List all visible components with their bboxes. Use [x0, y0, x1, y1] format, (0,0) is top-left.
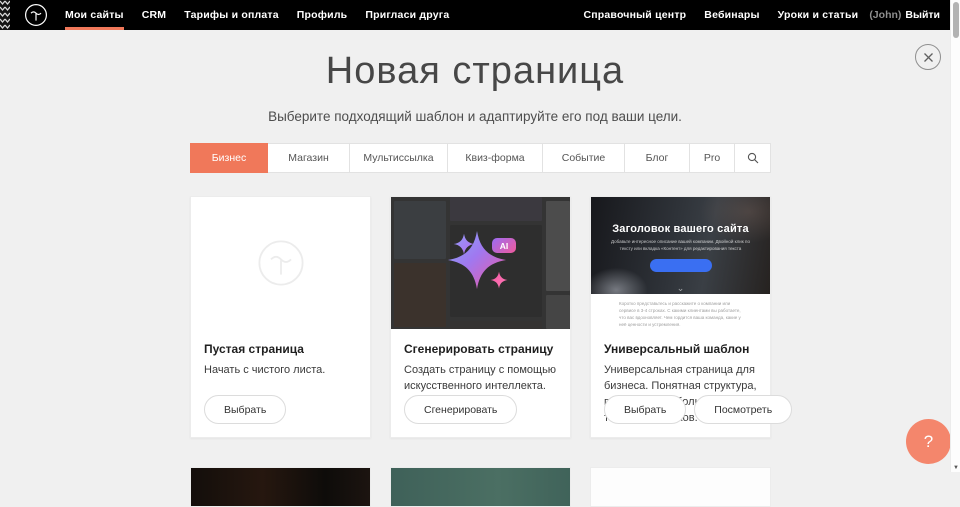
generate-button[interactable]: Сгенерировать: [404, 395, 517, 424]
tab-shop[interactable]: Магазин: [268, 143, 350, 173]
nav-invite-friend-label: Пригласи друга: [365, 9, 449, 21]
tilda-logo-icon: [24, 3, 48, 27]
secondary-nav: Справочный центр Вебинары Уроки и статьи: [574, 0, 867, 30]
next-row-card-2[interactable]: [390, 467, 571, 507]
card-ai-generate-body: Сгенерировать страницу Создать страницу …: [391, 329, 570, 437]
texture-pattern: [0, 0, 10, 30]
tab-shop-label: Магазин: [288, 152, 329, 164]
tab-multilink-label: Мультиссылка: [363, 152, 433, 164]
blank-page-preview: [191, 197, 370, 329]
active-tab-underline: [65, 27, 124, 30]
scrollbar-thumb[interactable]: [953, 2, 959, 38]
template-body-text: Коротко представьтесь и расскажите о ком…: [619, 301, 744, 329]
ai-generate-preview: AI: [391, 197, 570, 329]
nav-crm[interactable]: CRM: [133, 0, 176, 30]
template-hero-section: Заголовок вашего сайта Добавьте интересн…: [591, 197, 770, 294]
card-description: Создать страницу с помощью искусственног…: [404, 363, 557, 395]
tilda-logo-placeholder-icon: [257, 239, 305, 287]
logout-link[interactable]: Выйти: [905, 9, 940, 21]
choose-template-button[interactable]: Выбрать: [604, 395, 686, 424]
view-template-button[interactable]: Посмотреть: [694, 395, 792, 424]
card-universal-template: Заголовок вашего сайта Добавьте интересн…: [590, 196, 771, 438]
tab-multilink[interactable]: Мультиссылка: [350, 143, 448, 173]
nav-crm-label: CRM: [142, 9, 167, 21]
next-row-card-1[interactable]: [190, 467, 371, 507]
nav-billing-label: Тарифы и оплата: [184, 9, 279, 21]
tab-blog[interactable]: Блог: [625, 143, 690, 173]
page-scrollbar[interactable]: ▼: [950, 0, 960, 472]
user-name: (John): [869, 9, 901, 21]
user-block: (John) Выйти: [869, 0, 940, 30]
nav-invite-friend[interactable]: Пригласи друга: [356, 0, 458, 30]
page-title: Новая страница: [0, 50, 950, 93]
page-subtitle: Выберите подходящий шаблон и адаптируйте…: [0, 109, 950, 124]
scrollbar-down-arrow[interactable]: ▼: [952, 465, 960, 471]
card-ai-generate: AI Сгенерировать страницу Создать страни…: [390, 196, 571, 438]
help-button-label: ?: [924, 432, 933, 452]
nav-my-sites-label: Мои сайты: [65, 9, 124, 21]
template-about-section: Коротко представьтесь и расскажите о ком…: [591, 294, 770, 329]
universal-template-preview: Заголовок вашего сайта Добавьте интересн…: [591, 197, 770, 329]
nav-lessons-label: Уроки и статьи: [778, 9, 859, 21]
nav-help-center-label: Справочный центр: [583, 9, 686, 21]
top-navbar: Мои сайты CRM Тарифы и оплата Профиль Пр…: [0, 0, 950, 30]
tab-quiz-form[interactable]: Квиз-форма: [448, 143, 543, 173]
nav-webinars[interactable]: Вебинары: [695, 0, 768, 30]
sparkle-tiny-icon: [490, 271, 508, 289]
tab-event-label: Событие: [562, 152, 606, 164]
card-blank-page-body: Пустая страница Начать с чистого листа. …: [191, 329, 370, 437]
nav-help-center[interactable]: Справочный центр: [574, 0, 695, 30]
nav-lessons[interactable]: Уроки и статьи: [769, 0, 868, 30]
tab-blog-label: Блог: [646, 152, 669, 164]
main-nav: Мои сайты CRM Тарифы и оплата Профиль Пр…: [56, 0, 458, 30]
nav-billing[interactable]: Тарифы и оплата: [175, 0, 288, 30]
template-category-tabs: Бизнес Магазин Мультиссылка Квиз-форма С…: [190, 143, 771, 173]
card-title: Сгенерировать страницу: [404, 342, 557, 356]
nav-profile[interactable]: Профиль: [288, 0, 357, 30]
nav-my-sites[interactable]: Мои сайты: [56, 0, 133, 30]
tab-pro-label: Pro: [704, 152, 720, 164]
template-cta-button: [650, 259, 712, 272]
ai-badge: AI: [492, 238, 516, 253]
template-headline: Заголовок вашего сайта: [591, 197, 770, 235]
new-page-modal: Мои сайты CRM Тарифы и оплата Профиль Пр…: [0, 0, 960, 472]
tilda-logo[interactable]: [24, 3, 48, 27]
tab-business-label: Бизнес: [212, 152, 246, 164]
nav-webinars-label: Вебинары: [704, 9, 759, 21]
tab-business[interactable]: Бизнес: [190, 143, 268, 173]
search-icon: [747, 152, 759, 164]
card-title: Универсальный шаблон: [604, 342, 757, 356]
card-universal-template-body: Универсальный шаблон Универсальная стран…: [591, 329, 770, 437]
tab-event[interactable]: Событие: [543, 143, 625, 173]
nav-profile-label: Профиль: [297, 9, 348, 21]
card-blank-page: Пустая страница Начать с чистого листа. …: [190, 196, 371, 438]
next-row-card-3[interactable]: [590, 467, 771, 507]
card-description: Начать с чистого листа.: [204, 363, 357, 379]
tab-search[interactable]: [735, 143, 771, 173]
help-button[interactable]: ?: [906, 419, 951, 464]
choose-blank-button[interactable]: Выбрать: [204, 395, 286, 424]
card-title: Пустая страница: [204, 342, 357, 356]
template-subtext: Добавьте интересное описание вашей компа…: [609, 239, 752, 253]
tab-pro[interactable]: Pro: [690, 143, 735, 173]
tab-quiz-form-label: Квиз-форма: [465, 152, 524, 164]
chevron-down-icon: ⌄: [591, 284, 770, 293]
